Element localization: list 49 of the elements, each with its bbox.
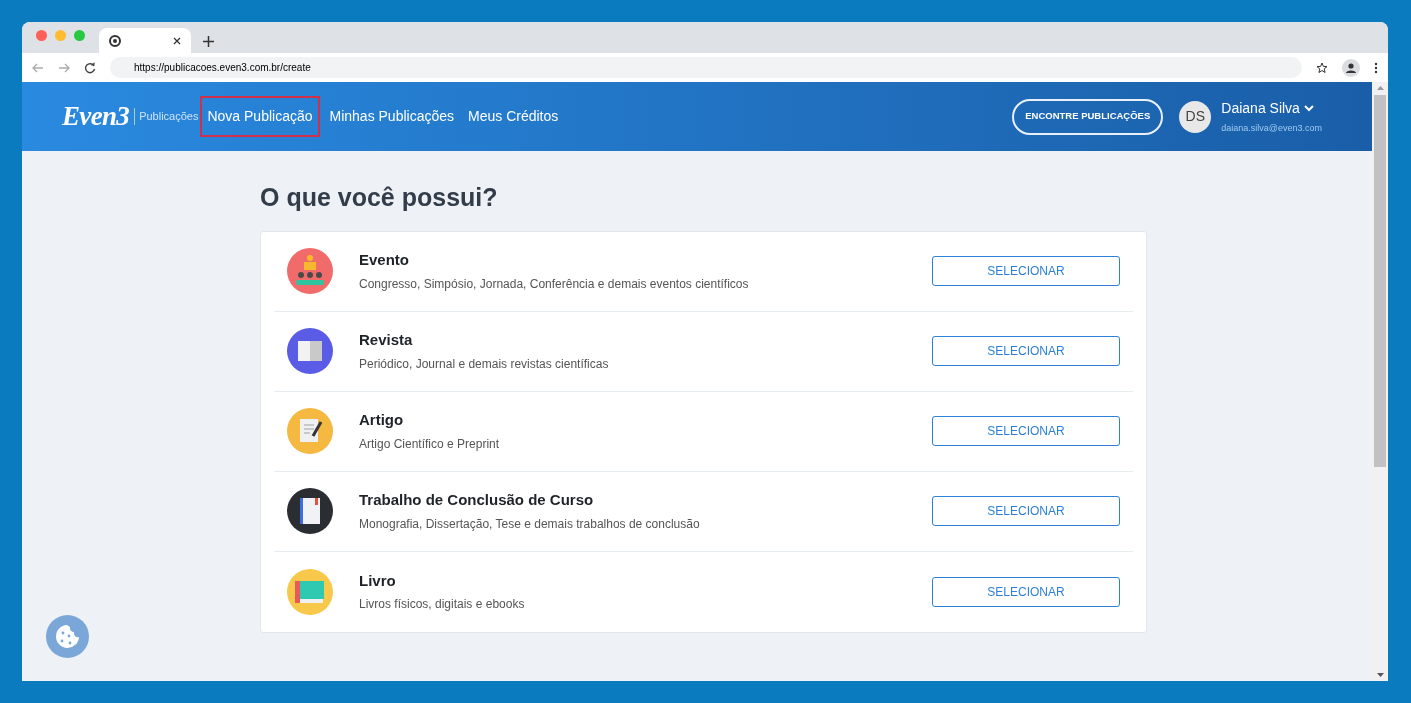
- option-title: Trabalho de Conclusão de Curso: [359, 490, 595, 511]
- menu-icon[interactable]: [1374, 61, 1378, 74]
- option-title: Livro: [359, 570, 397, 591]
- option-description: Periódico, Journal e demais revistas científicas: [359, 355, 610, 373]
- option-description: Livros físicos, digitais e ebooks: [359, 596, 526, 614]
- select-button[interactable]: SELECIONAR: [932, 576, 1120, 607]
- user-avatar: DS: [1179, 100, 1212, 133]
- product-name: Publicações: [134, 108, 199, 125]
- option-title: Artigo: [359, 410, 405, 431]
- address-bar[interactable]: https://publicacoes.even3.com.br/create: [110, 57, 1302, 78]
- plus-icon[interactable]: [203, 36, 214, 47]
- user-email: daiana.silva@even3.com: [1221, 121, 1322, 135]
- option-title: Evento: [359, 250, 410, 271]
- article-icon: [287, 408, 333, 454]
- page-title: O que você possui?: [260, 182, 498, 213]
- nav-link[interactable]: Meus Créditos: [464, 96, 563, 137]
- close-window-icon[interactable]: [36, 30, 47, 41]
- option-title: Revista: [359, 330, 414, 351]
- star-icon[interactable]: [1316, 61, 1328, 74]
- scroll-up-icon[interactable]: [1376, 86, 1384, 90]
- minimize-window-icon[interactable]: [55, 30, 66, 41]
- book-icon: [287, 568, 333, 615]
- option-description: Congresso, Simpósio, Jornada, Conferência e demais eventos científicos: [359, 275, 750, 293]
- scrollbar-thumb[interactable]: [1374, 95, 1386, 467]
- reload-icon[interactable]: [84, 61, 96, 74]
- magazine-icon: [287, 328, 333, 374]
- user-menu[interactable]: Daiana Silva: [1221, 97, 1322, 119]
- scroll-down-icon[interactable]: [1376, 673, 1384, 677]
- nav-link[interactable]: Minhas Publicações: [325, 96, 459, 137]
- cookie-icon[interactable]: [46, 615, 89, 658]
- thesis-icon: [287, 488, 333, 534]
- profile-icon[interactable]: [1342, 58, 1360, 77]
- option-description: Artigo Científico e Preprint: [359, 435, 501, 453]
- chevron-down-icon: [1303, 104, 1314, 112]
- select-button[interactable]: SELECIONAR: [932, 496, 1120, 526]
- nav-link[interactable]: Nova Publicação: [200, 96, 320, 137]
- scrollbar[interactable]: [1372, 82, 1388, 681]
- forward-arrow-icon[interactable]: [58, 61, 70, 74]
- browser-tab[interactable]: [99, 28, 191, 53]
- maximize-window-icon[interactable]: [74, 30, 85, 41]
- option-description: Monografia, Dissertação, Tese e demais trabalhos de conclusão: [359, 515, 701, 533]
- back-arrow-icon[interactable]: [32, 61, 44, 74]
- select-button[interactable]: SELECIONAR: [932, 336, 1120, 366]
- select-button[interactable]: SELECIONAR: [932, 416, 1120, 446]
- logo[interactable]: Even3: [62, 96, 130, 137]
- event-icon: [287, 248, 333, 294]
- close-icon[interactable]: [173, 36, 181, 45]
- select-button[interactable]: SELECIONAR: [932, 256, 1120, 286]
- find-publications-button[interactable]: ENCONTRE PUBLICAÇÕES: [1012, 98, 1164, 135]
